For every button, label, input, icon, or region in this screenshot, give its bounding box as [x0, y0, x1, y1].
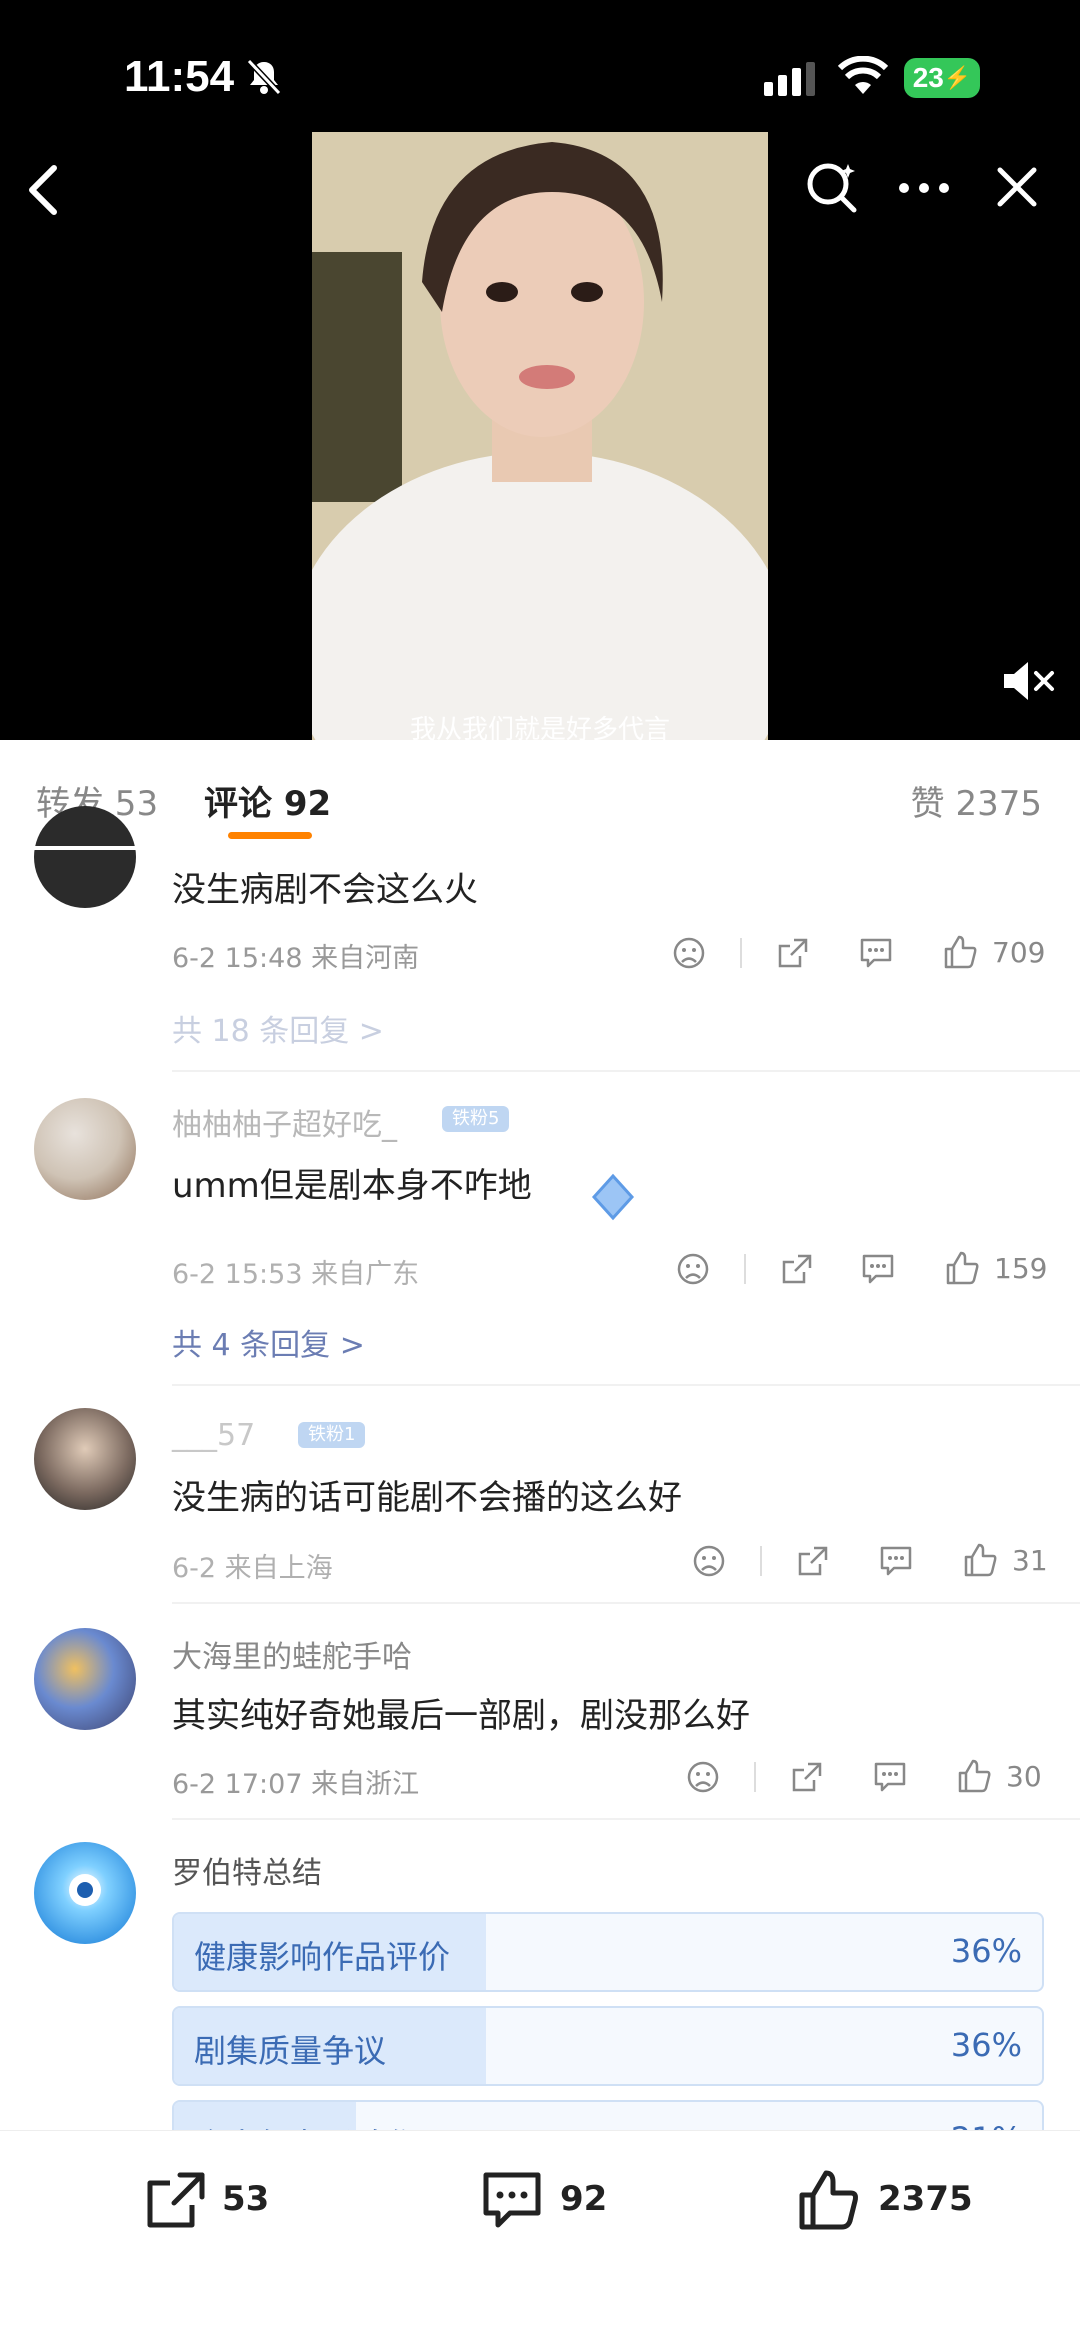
like-count: 31	[1012, 1544, 1048, 1577]
avatar[interactable]	[34, 1408, 136, 1510]
comment-icon[interactable]	[872, 1760, 908, 1794]
like-count: 709	[992, 936, 1046, 969]
tab-bar: 转发 53 评论 92 赞 2375	[0, 740, 1080, 847]
comment-text: 其实纯好奇她最后一部剧，剧没那么好	[172, 1696, 750, 1736]
comment-meta: 6-2 15:48 来自河南	[172, 943, 420, 974]
action-separator	[744, 1254, 746, 1284]
like-count-total: 2375	[878, 2179, 973, 2219]
comment-icon[interactable]	[860, 1252, 896, 1286]
mute-icon[interactable]	[1000, 660, 1056, 702]
search-icon[interactable]	[804, 160, 860, 216]
status-time: 11:54	[124, 52, 235, 101]
share-icon[interactable]	[144, 2169, 208, 2233]
comment-username[interactable]: 柚柚柚子超好吃_	[172, 1100, 397, 1144]
view-replies-link[interactable]: 共 4 条回复 >	[172, 1320, 365, 1364]
action-separator	[740, 938, 742, 968]
poll-option-label: 健康影响作品评价	[194, 1938, 451, 1976]
poll-option[interactable]: 健康影响作品评价 36%	[172, 1912, 1044, 1992]
share-icon[interactable]	[776, 936, 810, 970]
bell-mute-icon	[246, 58, 282, 96]
share-icon[interactable]	[780, 1252, 814, 1286]
avatar[interactable]	[34, 1098, 136, 1200]
comment-username[interactable]: ___57	[172, 1418, 255, 1453]
view-replies-link[interactable]: 共 18 条回复 >	[172, 1006, 384, 1050]
tab-comment[interactable]: 评论 92	[204, 776, 331, 825]
comment-icon[interactable]	[480, 2169, 544, 2233]
comment-meta: 6-2 15:53 来自广东	[172, 1259, 420, 1290]
avatar[interactable]	[34, 806, 136, 908]
action-separator	[754, 1762, 756, 1792]
tab-active-indicator	[228, 832, 312, 839]
avatar[interactable]	[34, 1628, 136, 1730]
share-icon[interactable]	[796, 1544, 830, 1578]
share-icon[interactable]	[790, 1760, 824, 1794]
fan-badge: 铁粉1	[298, 1422, 366, 1448]
video-frame	[312, 132, 768, 740]
poll-option[interactable]: 剧集质量争议 36%	[172, 2006, 1044, 2086]
poll-option-label: 剧集质量争议	[194, 2032, 387, 2070]
like-icon[interactable]	[956, 1758, 992, 1794]
comment-meta: 6-2 17:07 来自浙江	[172, 1769, 420, 1800]
action-separator	[760, 1546, 762, 1576]
divider	[172, 1818, 1080, 1820]
close-icon[interactable]	[996, 166, 1038, 208]
dislike-icon[interactable]	[686, 1760, 720, 1794]
summary-username[interactable]: 罗伯特总结	[172, 1848, 322, 1892]
video-header: 11:54 23 ⚡ 我从我们就是好多代言	[0, 0, 1080, 740]
comment-icon[interactable]	[878, 1544, 914, 1578]
tab-like[interactable]: 赞 2375	[911, 776, 1042, 825]
comment-text: 没生病剧不会这么火	[172, 870, 478, 910]
divider	[172, 1384, 1080, 1386]
signal-icon	[764, 62, 815, 96]
like-icon[interactable]	[944, 1250, 980, 1286]
poll-option-percent: 36%	[950, 1932, 1022, 1970]
video-caption: 我从我们就是好多代言	[409, 715, 670, 740]
like-count: 159	[994, 1252, 1048, 1285]
robot-avatar[interactable]	[34, 1842, 136, 1944]
comment-text: 没生病的话可能剧不会播的这么好	[172, 1478, 682, 1518]
comment-meta: 6-2 来自上海	[172, 1553, 333, 1584]
bottom-action-bar: 53 92 2375	[0, 2130, 1080, 2347]
comment-username[interactable]: 大海里的蛙舵手哈	[172, 1632, 412, 1676]
dislike-icon[interactable]	[676, 1252, 710, 1286]
repost-count: 53	[222, 2179, 270, 2219]
battery-indicator: 23 ⚡	[904, 58, 980, 98]
like-icon[interactable]	[796, 2167, 862, 2233]
poll-option-percent: 36%	[950, 2026, 1022, 2064]
like-count: 30	[1006, 1760, 1042, 1793]
divider	[172, 1602, 1080, 1604]
comment-icon[interactable]	[858, 936, 894, 970]
diamond-sticker-icon	[591, 1173, 635, 1221]
divider	[172, 1070, 1080, 1072]
dislike-icon[interactable]	[692, 1544, 726, 1578]
video-player[interactable]: 我从我们就是好多代言	[312, 132, 768, 740]
comment-text: umm但是剧本身不咋地	[172, 1166, 532, 1206]
like-icon[interactable]	[942, 934, 978, 970]
robot-eye-icon	[69, 1874, 101, 1906]
dislike-icon[interactable]	[672, 936, 706, 970]
back-icon[interactable]	[26, 164, 62, 216]
fan-badge: 铁粉5	[442, 1106, 510, 1132]
comment-count: 92	[560, 2179, 608, 2219]
wifi-icon	[838, 56, 888, 94]
like-icon[interactable]	[962, 1542, 998, 1578]
more-icon[interactable]	[896, 180, 952, 196]
